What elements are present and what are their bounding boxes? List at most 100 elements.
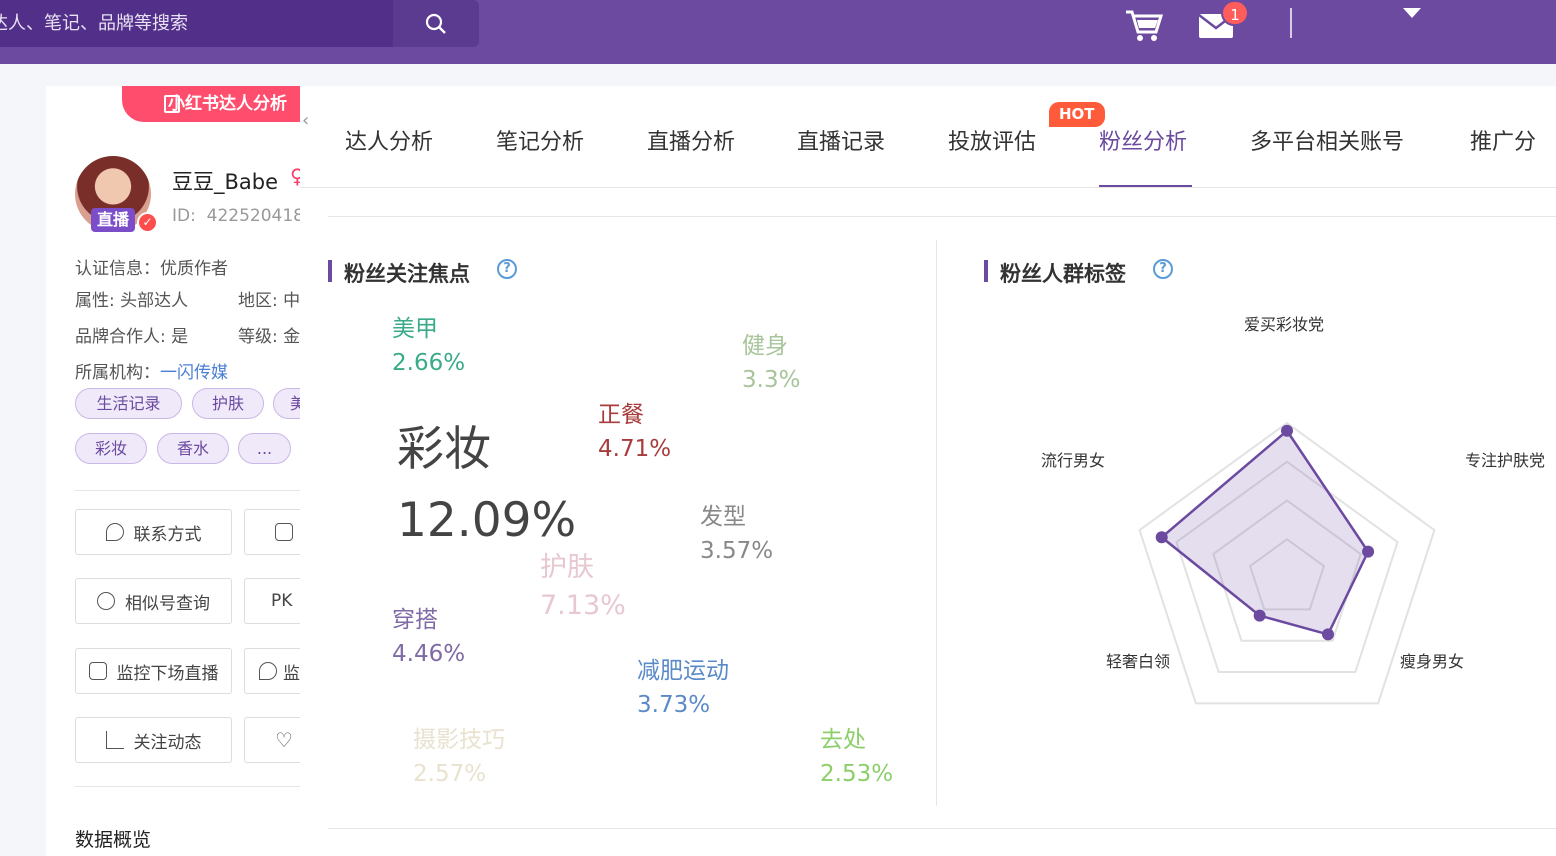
level-info: 等级: 金 (238, 327, 300, 347)
phone-icon (105, 523, 124, 541)
tab-note-analysis[interactable]: 笔记分析 (496, 124, 584, 156)
monitor-live-button[interactable]: 监控下场直播 (75, 648, 232, 694)
search-box (0, 0, 393, 47)
top-bar: 1 (0, 0, 1556, 64)
more-tags-button[interactable]: ... (238, 433, 291, 464)
radar-data-point[interactable] (1281, 424, 1293, 437)
focus-word-pct: 12.09% (397, 493, 577, 548)
focus-word: 穿搭 4.46% (392, 609, 465, 666)
focus-word: 去处 2.53% (820, 729, 893, 786)
location-icon (259, 662, 277, 680)
tab-ad-evaluation[interactable]: 投放评估 (948, 124, 1036, 156)
nickname: 豆豆_Babe (172, 170, 279, 194)
search-input[interactable] (0, 0, 393, 47)
focus-word: 摄影技巧 2.57% (413, 729, 505, 786)
help-icon[interactable]: ? (497, 259, 517, 279)
profile-sidebar: 小红书达人分析 直播 ✓ 豆豆_Babe ♀ ID: 422520418 认证信… (46, 86, 300, 856)
cart-icon[interactable] (1124, 8, 1164, 42)
fan-crowd-title: 粉丝人群标签 (984, 258, 1126, 288)
search-icon (425, 13, 446, 34)
favorite-button[interactable]: ♡ (244, 717, 300, 763)
tag-chip[interactable]: 生活记录 (75, 388, 182, 419)
radar-data-point[interactable] (1155, 531, 1168, 544)
divider (328, 828, 1556, 829)
contact-button[interactable]: 联系方式 (75, 509, 232, 555)
radar-data-point[interactable] (1253, 609, 1266, 622)
focus-word-pct: 3.57% (700, 538, 774, 564)
help-icon[interactable]: ? (1153, 259, 1173, 279)
radar-axis-label: 轻奢白领 (1106, 652, 1171, 671)
radar-axis-label: 爱买彩妆党 (1244, 315, 1325, 334)
tag-chip[interactable]: 香水 (157, 433, 229, 464)
main-panel: ‹ 达人分析 笔记分析 直播分析 直播记录 投放评估 HOT 粉丝分析 多平台相… (300, 86, 1556, 856)
similar-label: 相似号查询 (125, 593, 210, 614)
follow-feed-button[interactable]: 关注动态 (75, 717, 232, 763)
focus-word: 美甲 2.66% (392, 318, 465, 375)
radar-data-point[interactable] (1321, 628, 1334, 641)
agency-label: 所属机构： (75, 363, 160, 383)
focus-word: 健身 3.3% (742, 335, 800, 392)
divider (328, 216, 1556, 217)
radar-data-point[interactable] (1362, 545, 1375, 558)
focus-word-pct: 2.53% (820, 761, 894, 787)
focus-word-name: 正餐 (598, 402, 644, 428)
chart-icon (105, 731, 124, 749)
mail-badge: 1 (1221, 0, 1249, 26)
live-badge: 直播 (91, 208, 136, 232)
monitor-button[interactable]: 监 (244, 648, 300, 694)
user-id: ID: 422520418 (172, 206, 300, 226)
follow-feed-label: 关注动态 (133, 732, 202, 753)
focus-word-name: 去处 (820, 727, 866, 753)
search-button[interactable] (393, 0, 479, 47)
chevron-left-icon[interactable]: ‹ (302, 110, 309, 131)
price-button[interactable] (244, 509, 300, 555)
monitor-live-label: 监控下场直播 (116, 663, 219, 684)
gender-icon: ♀ (290, 164, 300, 188)
fan-crowd-radar-chart (1138, 421, 1436, 705)
tab-multi-platform[interactable]: 多平台相关账号 (1250, 124, 1404, 156)
divider (75, 786, 300, 787)
focus-word: 减肥运动 3.73% (637, 660, 729, 717)
radar-axis-label: 专注护肤党 (1465, 451, 1546, 470)
fan-focus-title: 粉丝关注焦点 (328, 258, 470, 288)
tag-chip[interactable]: 美 (273, 388, 300, 419)
attr-info: 属性: 头部达人 (75, 291, 189, 311)
tab-fan-analysis[interactable]: 粉丝分析 (1099, 124, 1187, 156)
focus-word: 发型 3.57% (700, 506, 773, 563)
radar-series-area (1159, 428, 1370, 636)
tab-promotion[interactable]: 推广分 (1470, 124, 1536, 156)
tab-live-records[interactable]: 直播记录 (797, 124, 885, 156)
region-info: 地区: 中 (238, 291, 300, 311)
focus-word-pct: 3.73% (637, 692, 711, 718)
pk-button[interactable]: PK (244, 578, 300, 624)
ribbon-title: 小红书达人分析 (122, 86, 300, 122)
similar-search-button[interactable]: 相似号查询 (75, 578, 232, 624)
pk-label: PK (271, 591, 293, 611)
tag-chip[interactable]: 护肤 (192, 388, 264, 419)
focus-word-name: 摄影技巧 (413, 727, 505, 753)
id-label: ID: (172, 206, 196, 226)
focus-word-name: 发型 (700, 504, 746, 530)
focus-word-pct: 3.3% (742, 367, 801, 393)
radar-axis-label: 流行男女 (1041, 451, 1106, 470)
focus-word-name: 彩妆 (397, 422, 491, 477)
agency-link[interactable]: 一闪传媒 (160, 363, 228, 383)
book-icon (164, 95, 180, 113)
verified-icon: ✓ (137, 212, 158, 233)
chevron-down-icon[interactable] (1403, 8, 1421, 18)
tag-chip[interactable]: 彩妆 (75, 433, 147, 464)
contact-label: 联系方式 (133, 524, 202, 545)
focus-word-name: 健身 (742, 333, 788, 359)
ribbon-label: 小红书达人分析 (168, 94, 287, 114)
video-icon (88, 662, 107, 680)
data-overview-title: 数据概览 (75, 829, 152, 851)
agency-info: 所属机构：一闪传媒 (75, 358, 228, 383)
focus-word-name: 美甲 (392, 316, 438, 342)
focus-word: 护肤 7.13% (540, 554, 626, 619)
tab-live-analysis[interactable]: 直播分析 (647, 124, 735, 156)
top-divider (1290, 8, 1292, 38)
focus-word-pct: 7.13% (540, 590, 626, 621)
radar-axis-label: 瘦身男女 (1400, 652, 1465, 671)
tab-creator-analysis[interactable]: 达人分析 (345, 124, 433, 156)
focus-word-pct: 2.57% (413, 761, 487, 787)
